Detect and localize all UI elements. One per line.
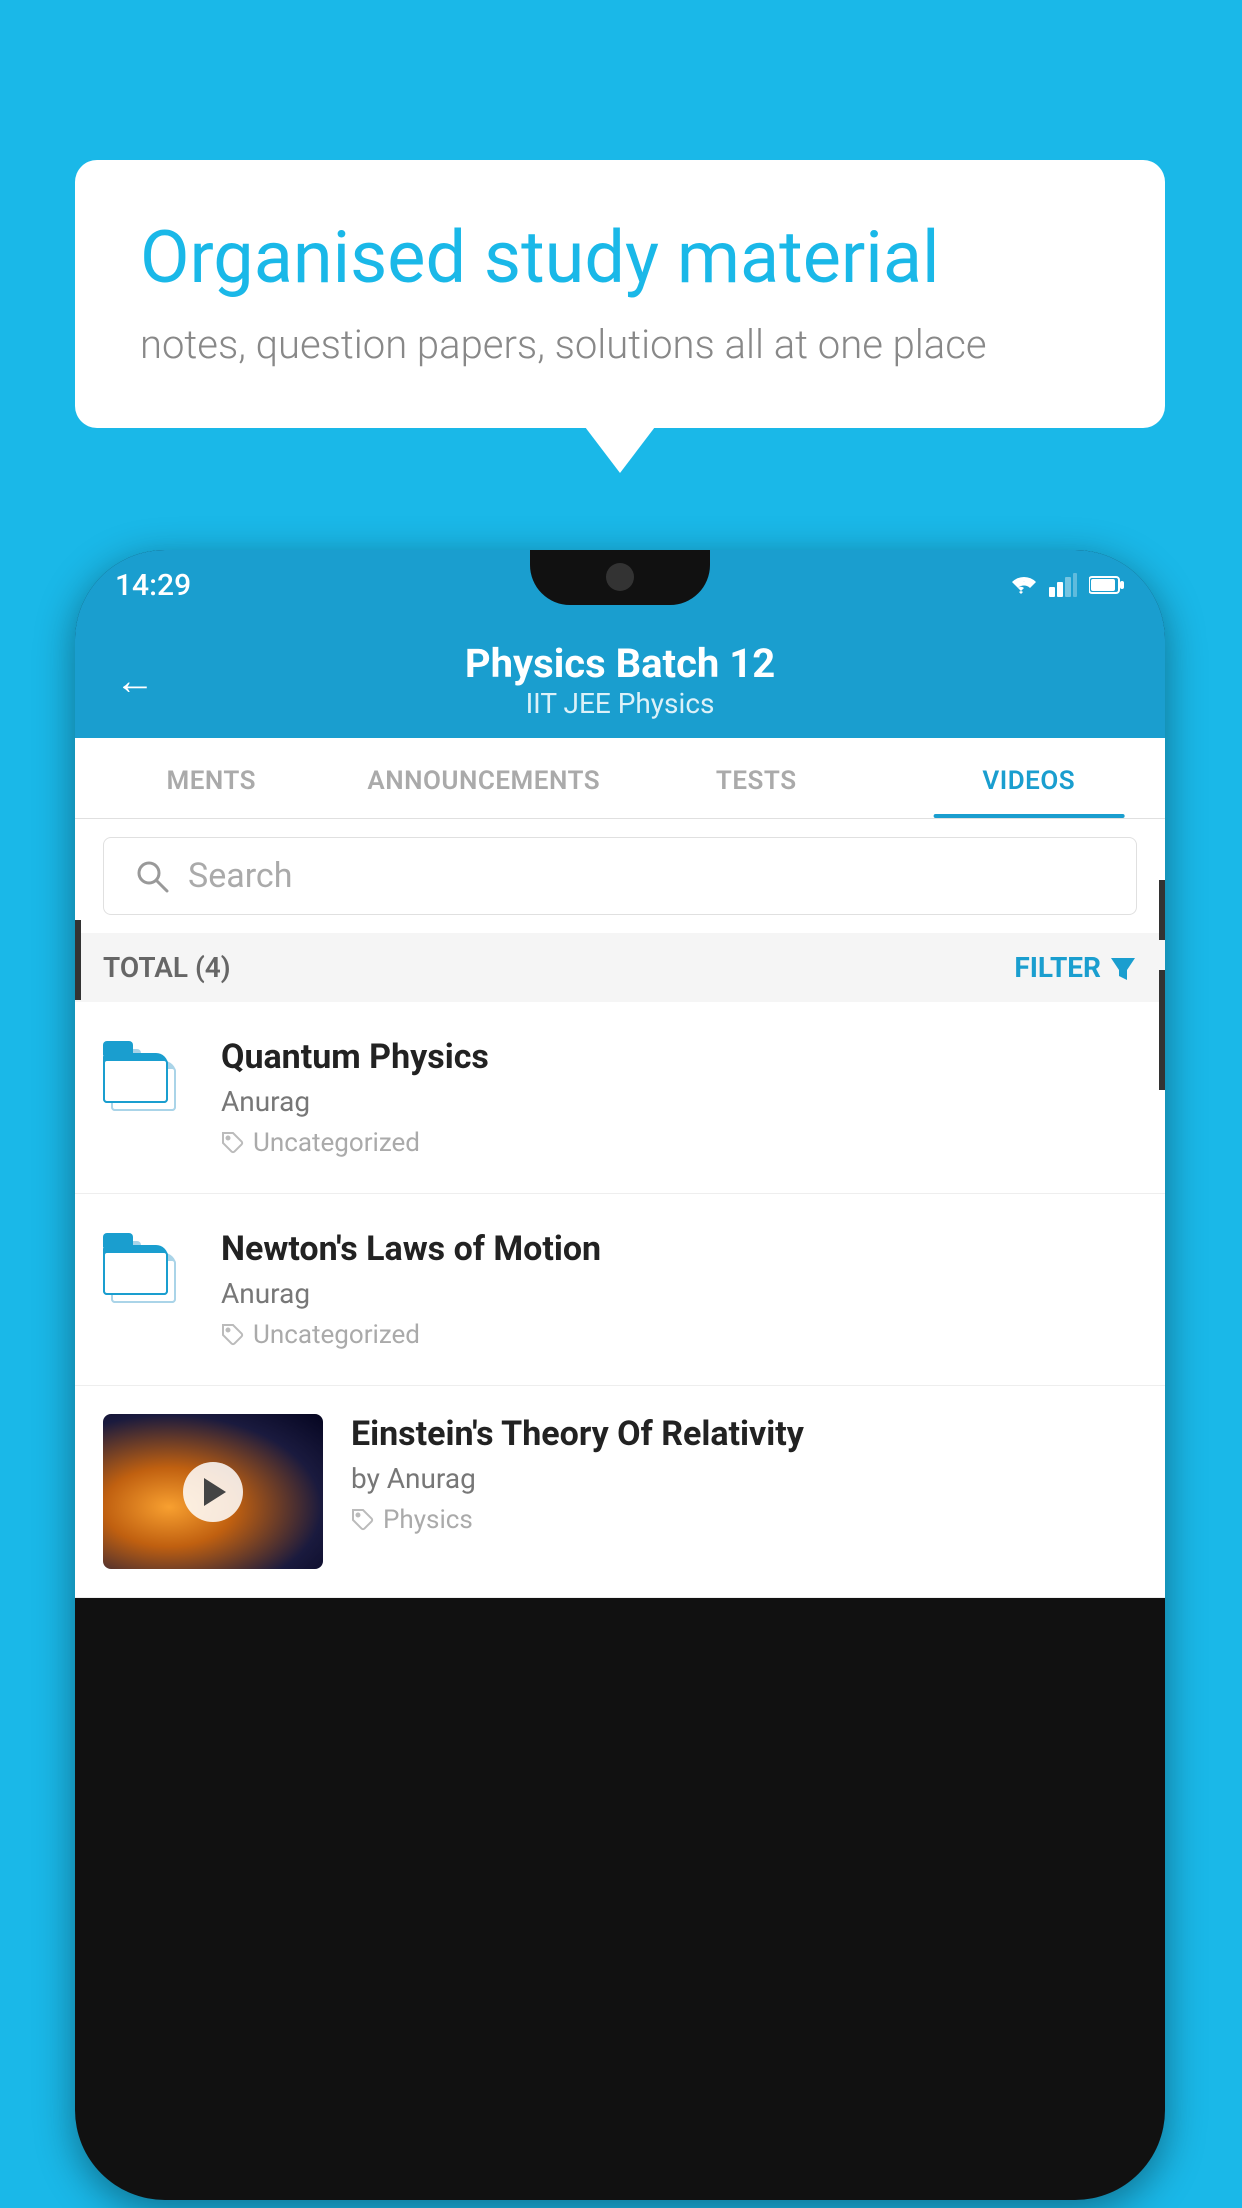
speech-bubble: Organised study material notes, question… — [75, 160, 1165, 428]
header-subtitle: IIT JEE Physics — [175, 687, 1065, 720]
tab-ments[interactable]: MENTS — [75, 738, 348, 818]
header-text: Physics Batch 12 IIT JEE Physics — [175, 640, 1065, 720]
video-item-3[interactable]: Einstein's Theory Of Relativity by Anura… — [75, 1386, 1165, 1598]
filter-bar: TOTAL (4) FILTER — [75, 933, 1165, 1002]
volume-button — [75, 920, 81, 1000]
search-bar[interactable]: Search — [103, 837, 1137, 915]
video-info-1: Quantum Physics Anurag Uncategorized — [221, 1037, 1137, 1158]
phone-frame: 14:29 ← Physi — [75, 550, 1165, 2200]
status-bar: 14:29 — [75, 550, 1165, 620]
power-button-top — [1159, 880, 1165, 940]
video-tag-2: Uncategorized — [221, 1320, 1137, 1350]
video-title-2: Newton's Laws of Motion — [221, 1229, 1137, 1269]
video-title-1: Quantum Physics — [221, 1037, 1137, 1077]
tab-tests[interactable]: TESTS — [620, 738, 893, 818]
video-thumbnail-3 — [103, 1414, 323, 1569]
tag-icon-1 — [221, 1131, 245, 1155]
tab-announcements[interactable]: ANNOUNCEMENTS — [348, 738, 621, 818]
video-item-2[interactable]: Newton's Laws of Motion Anurag Uncategor… — [75, 1194, 1165, 1386]
video-item-1[interactable]: Quantum Physics Anurag Uncategorized — [75, 1002, 1165, 1194]
filter-funnel-icon — [1109, 954, 1137, 982]
play-button-3[interactable] — [183, 1462, 243, 1522]
play-triangle-icon — [204, 1478, 226, 1506]
video-author-2: Anurag — [221, 1277, 1137, 1310]
search-placeholder: Search — [188, 856, 292, 896]
bubble-title: Organised study material — [140, 215, 1100, 301]
signal-icon — [1049, 573, 1077, 597]
video-tag-1: Uncategorized — [221, 1128, 1137, 1158]
tabs-bar: MENTS ANNOUNCEMENTS TESTS VIDEOS — [75, 738, 1165, 819]
camera — [606, 563, 634, 591]
video-tag-3: Physics — [351, 1505, 1137, 1535]
back-button[interactable]: ← — [115, 657, 155, 704]
status-time: 14:29 — [115, 568, 191, 603]
header-title: Physics Batch 12 — [175, 640, 1065, 687]
folder-icon-1 — [103, 1048, 193, 1148]
tag-icon-3 — [351, 1508, 375, 1532]
bubble-subtitle: notes, question papers, solutions all at… — [140, 321, 1100, 368]
video-title-3: Einstein's Theory Of Relativity — [351, 1414, 1137, 1454]
video-author-3: by Anurag — [351, 1462, 1137, 1495]
tab-videos[interactable]: VIDEOS — [893, 738, 1166, 818]
search-icon — [134, 858, 170, 894]
video-info-3: Einstein's Theory Of Relativity by Anura… — [351, 1414, 1137, 1535]
video-author-1: Anurag — [221, 1085, 1137, 1118]
power-button-mid — [1159, 970, 1165, 1090]
video-info-2: Newton's Laws of Motion Anurag Uncategor… — [221, 1229, 1137, 1350]
filter-button[interactable]: FILTER — [1014, 951, 1137, 984]
wifi-icon — [1005, 573, 1037, 597]
tag-icon-2 — [221, 1323, 245, 1347]
battery-icon — [1089, 575, 1125, 595]
status-icons — [1005, 573, 1125, 597]
filter-label: FILTER — [1014, 951, 1101, 984]
folder-icon-2 — [103, 1240, 193, 1340]
search-container: Search — [75, 819, 1165, 933]
total-count: TOTAL (4) — [103, 951, 231, 984]
notch — [530, 550, 710, 605]
app-header: ← Physics Batch 12 IIT JEE Physics — [75, 620, 1165, 738]
